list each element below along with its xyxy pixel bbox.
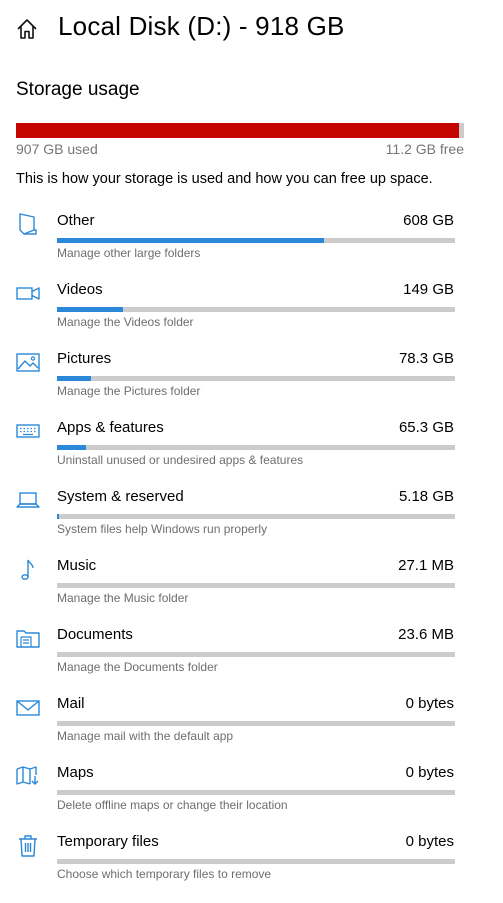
category-name: Music: [57, 557, 97, 574]
category-temporary-files[interactable]: Temporary files 0 bytes Choose which tem…: [0, 831, 503, 900]
category-usage-bar: [57, 376, 455, 381]
category-usage-fill: [57, 238, 324, 243]
category-usage-bar: [57, 652, 455, 657]
category-subtitle: Manage mail with the default app: [57, 729, 234, 743]
page-title: Local Disk (D:) - 918 GB: [58, 11, 345, 41]
category-size: 23.6 MB: [398, 626, 454, 643]
category-subtitle: Choose which temporary files to remove: [57, 867, 272, 881]
map-icon: [14, 762, 42, 790]
total-usage-fill: [16, 123, 459, 138]
category-size: 65.3 GB: [398, 419, 454, 436]
category-usage-bar: [57, 859, 455, 864]
category-name: System & reserved: [57, 488, 184, 505]
category-name: Apps & features: [57, 419, 164, 436]
category-usage-fill: [57, 514, 60, 519]
category-name: Mail: [57, 695, 85, 712]
music-note-icon: [14, 555, 42, 583]
category-name: Maps: [57, 764, 94, 781]
picture-icon: [14, 348, 42, 376]
folder-other-icon: [14, 210, 42, 238]
category-music[interactable]: Music 27.1 MB Manage the Music folder: [0, 555, 503, 624]
category-name: Videos: [57, 281, 103, 298]
category-subtitle: Uninstall unused or undesired apps & fea…: [57, 453, 304, 467]
category-subtitle: System files help Windows run properly: [57, 522, 268, 536]
category-subtitle: Manage the Documents folder: [57, 660, 218, 674]
storage-description: This is how your storage is used and how…: [16, 171, 433, 187]
category-subtitle: Manage the Pictures folder: [57, 384, 201, 398]
category-name: Pictures: [57, 350, 112, 367]
category-subtitle: Delete offline maps or change their loca…: [57, 798, 288, 812]
category-other[interactable]: Other 608 GB Manage other large folders: [0, 210, 503, 279]
category-size: 0 bytes: [405, 764, 454, 781]
category-usage-bar: [57, 583, 455, 588]
category-pictures[interactable]: Pictures 78.3 GB Manage the Pictures fol…: [0, 348, 503, 417]
laptop-icon: [14, 486, 42, 514]
category-usage-bar: [57, 307, 455, 312]
category-videos[interactable]: Videos 149 GB Manage the Videos folder: [0, 279, 503, 348]
category-usage-fill: [57, 307, 123, 312]
category-usage-fill: [57, 445, 86, 450]
category-size: 0 bytes: [405, 695, 454, 712]
category-size: 78.3 GB: [398, 350, 454, 367]
storage-usage-heading: Storage usage: [16, 79, 140, 100]
category-usage-bar: [57, 721, 455, 726]
category-size: 27.1 MB: [398, 557, 454, 574]
category-name: Other: [57, 212, 95, 229]
category-subtitle: Manage the Videos folder: [57, 315, 194, 329]
category-usage-bar: [57, 514, 455, 519]
keyboard-icon: [14, 417, 42, 445]
category-subtitle: Manage other large folders: [57, 246, 201, 260]
category-size: 608 GB: [403, 212, 454, 229]
home-icon: [17, 19, 37, 39]
trash-icon: [14, 831, 42, 859]
total-usage-bar: [16, 123, 464, 138]
category-name: Documents: [57, 626, 133, 643]
mail-icon: [14, 693, 42, 721]
category-system-reserved[interactable]: System & reserved 5.18 GB System files h…: [0, 486, 503, 555]
category-usage-bar: [57, 445, 455, 450]
category-documents[interactable]: Documents 23.6 MB Manage the Documents f…: [0, 624, 503, 693]
category-subtitle: Manage the Music folder: [57, 591, 189, 605]
category-size: 5.18 GB: [398, 488, 454, 505]
category-maps[interactable]: Maps 0 bytes Delete offline maps or chan…: [0, 762, 503, 831]
category-apps-features[interactable]: Apps & features 65.3 GB Uninstall unused…: [0, 417, 503, 486]
used-space-label: 907 GB used: [16, 141, 98, 157]
home-button[interactable]: [14, 16, 40, 42]
category-usage-bar: [57, 238, 455, 243]
video-camera-icon: [14, 279, 42, 307]
category-usage-bar: [57, 790, 455, 795]
header: Local Disk (D:) - 918 GB: [0, 0, 503, 60]
category-mail[interactable]: Mail 0 bytes Manage mail with the defaul…: [0, 693, 503, 762]
free-space-label: 11.2 GB free: [385, 141, 464, 157]
category-size: 149 GB: [403, 281, 454, 298]
category-name: Temporary files: [57, 833, 159, 850]
category-size: 0 bytes: [405, 833, 454, 850]
category-usage-fill: [57, 376, 91, 381]
documents-folder-icon: [14, 624, 42, 652]
